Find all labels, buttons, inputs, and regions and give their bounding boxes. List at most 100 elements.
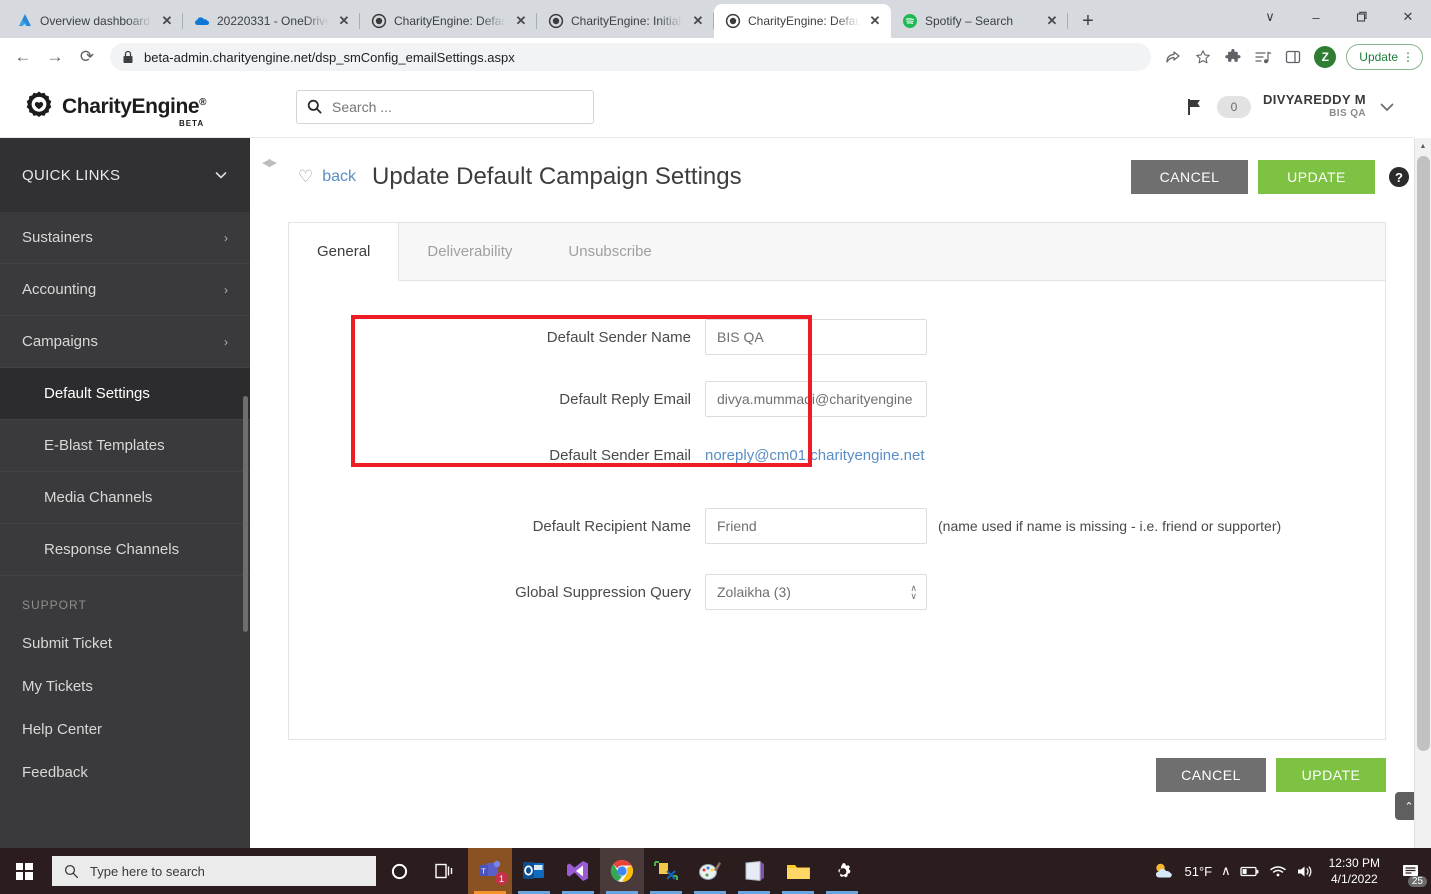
page-body: QUICK LINKS Sustainers › Accounting › Ca…: [0, 138, 1431, 848]
back-link[interactable]: back: [322, 168, 356, 186]
chevron-down-icon[interactable]: ∨: [910, 592, 917, 601]
sidebar-item-default-settings[interactable]: Default Settings: [0, 368, 250, 420]
browser-window: Overview dashboard ✕ 20220331 - OneDrive…: [0, 0, 1431, 848]
weather-icon[interactable]: [1152, 861, 1176, 881]
chevron-down-icon[interactable]: [214, 168, 228, 182]
sender-name-input[interactable]: [705, 319, 927, 355]
taskbar-app-settings[interactable]: [820, 848, 864, 894]
close-icon[interactable]: ✕: [336, 13, 352, 29]
close-icon[interactable]: ✕: [1044, 13, 1060, 29]
wifi-icon[interactable]: [1269, 864, 1287, 878]
tab-deliverability[interactable]: Deliverability: [399, 223, 540, 280]
search-input[interactable]: [332, 98, 583, 115]
close-icon[interactable]: ✕: [690, 13, 706, 29]
field-row-sender-name: Default Sender Name: [289, 319, 1385, 355]
field-row-reply-email: Default Reply Email: [289, 381, 1385, 417]
tab-divider: [1067, 13, 1068, 29]
browser-tab[interactable]: Spotify – Search ✕: [891, 4, 1068, 38]
side-panel-icon[interactable]: [1279, 43, 1307, 71]
taskbar-app-outlook[interactable]: [512, 848, 556, 894]
update-button[interactable]: UPDATE: [1258, 160, 1375, 194]
reload-button[interactable]: ⟳: [72, 42, 102, 72]
taskbar-app-visual-studio[interactable]: [556, 848, 600, 894]
help-icon[interactable]: ?: [1389, 167, 1409, 187]
new-tab-button[interactable]: +: [1074, 7, 1102, 35]
global-search[interactable]: [296, 89, 594, 124]
notifications-button[interactable]: 25: [1395, 856, 1427, 887]
sidebar-scrollbar[interactable]: [243, 396, 248, 632]
sidebar-item-accounting[interactable]: Accounting ›: [0, 264, 250, 316]
back-button[interactable]: ←: [8, 42, 38, 72]
sidebar-item-my-tickets[interactable]: My Tickets: [0, 665, 250, 708]
sidebar-item-feedback[interactable]: Feedback: [0, 751, 250, 794]
browser-tab[interactable]: Overview dashboard ✕: [6, 4, 183, 38]
bookmark-star-icon[interactable]: [1189, 43, 1217, 71]
close-icon[interactable]: ✕: [513, 13, 529, 29]
recipient-name-input[interactable]: [705, 508, 927, 544]
sidebar-item-e-blast-templates[interactable]: E-Blast Templates: [0, 420, 250, 472]
app-logo[interactable]: CharityEngine® BETA: [22, 90, 250, 128]
tab-search-icon[interactable]: ∨: [1247, 0, 1293, 34]
profile-avatar[interactable]: Z: [1314, 46, 1337, 68]
browser-tab[interactable]: 20220331 - OneDrive ✕: [183, 4, 360, 38]
close-icon[interactable]: ✕: [867, 13, 883, 29]
sender-email-link[interactable]: noreply@cm01.charityengine.net: [705, 447, 925, 464]
tab-general[interactable]: General: [289, 223, 400, 281]
browser-tab[interactable]: CharityEngine: Initial ✕: [537, 4, 714, 38]
registered-mark: ®: [199, 96, 207, 108]
clock[interactable]: 12:30 PM 4/1/2022: [1323, 855, 1386, 887]
sidebar-item-submit-ticket[interactable]: Submit Ticket: [0, 622, 250, 665]
sidebar-quick-links[interactable]: QUICK LINKS: [0, 138, 250, 212]
start-button[interactable]: [0, 848, 48, 894]
sidebar-item-campaigns[interactable]: Campaigns ›: [0, 316, 250, 368]
footer-cancel-button[interactable]: CANCEL: [1156, 758, 1266, 792]
taskbar-app-chrome[interactable]: [600, 848, 644, 894]
address-bar[interactable]: beta-admin.charityengine.net/dsp_smConfi…: [110, 43, 1152, 71]
tray-expand-chevron-icon[interactable]: ∧: [1221, 863, 1231, 879]
close-icon[interactable]: ✕: [159, 13, 175, 29]
sidebar-item-label: Campaigns: [22, 333, 98, 350]
forward-button[interactable]: →: [40, 42, 70, 72]
media-controls-icon[interactable]: [1249, 43, 1277, 71]
taskbar-app-snipping-tool[interactable]: [644, 848, 688, 894]
sidebar-item-sustainers[interactable]: Sustainers ›: [0, 212, 250, 264]
tab-unsubscribe[interactable]: Unsubscribe: [540, 223, 679, 280]
taskbar-app-file-explorer[interactable]: [776, 848, 820, 894]
sidebar-collapse-toggle[interactable]: ◀▶: [262, 156, 277, 169]
flag-icon[interactable]: [1185, 97, 1205, 117]
task-view-icon[interactable]: [422, 848, 468, 894]
maximize-button[interactable]: [1339, 0, 1385, 34]
footer-update-button[interactable]: UPDATE: [1276, 758, 1386, 792]
page-scrollbar[interactable]: ▲ ▼: [1414, 138, 1431, 848]
heart-outline-icon[interactable]: ♡: [298, 167, 313, 187]
cancel-button[interactable]: CANCEL: [1131, 160, 1248, 194]
teams-badge: 1: [495, 872, 508, 885]
reply-email-input[interactable]: [705, 381, 927, 417]
cortana-icon[interactable]: [376, 848, 422, 894]
share-icon[interactable]: [1159, 43, 1187, 71]
stepper-icon[interactable]: ∧ ∨: [910, 584, 917, 601]
taskbar-app-onenote[interactable]: [732, 848, 776, 894]
extensions-icon[interactable]: [1219, 43, 1247, 71]
window-controls: ∨ – ✕: [1247, 0, 1431, 34]
close-window-button[interactable]: ✕: [1385, 0, 1431, 34]
chrome-update-button[interactable]: Update ⋮: [1346, 44, 1423, 70]
scrollbar-thumb[interactable]: [1417, 156, 1430, 751]
taskbar-app-teams[interactable]: T 1: [468, 848, 512, 894]
chevron-down-icon[interactable]: [1378, 98, 1396, 116]
sidebar-item-media-channels[interactable]: Media Channels: [0, 472, 250, 524]
taskbar-app-paint[interactable]: [688, 848, 732, 894]
browser-tab[interactable]: CharityEngine: Default ✕: [360, 4, 537, 38]
browser-tab-active[interactable]: CharityEngine: Default ✕: [714, 4, 891, 38]
sidebar-item-response-channels[interactable]: Response Channels: [0, 524, 250, 576]
minimize-button[interactable]: –: [1293, 0, 1339, 34]
volume-icon[interactable]: [1296, 864, 1314, 879]
scroll-up-arrow[interactable]: ▲: [1415, 138, 1431, 155]
sidebar-item-help-center[interactable]: Help Center: [0, 708, 250, 751]
user-block[interactable]: DIVYAREDDY M BIS QA: [1263, 92, 1366, 121]
suppression-query-select[interactable]: ∧ ∨: [705, 574, 927, 610]
taskbar-search[interactable]: Type here to search: [52, 856, 376, 886]
battery-icon[interactable]: [1239, 865, 1260, 878]
suppression-query-input[interactable]: [705, 574, 927, 610]
browser-menu-icon[interactable]: ⋮: [1402, 50, 1414, 64]
